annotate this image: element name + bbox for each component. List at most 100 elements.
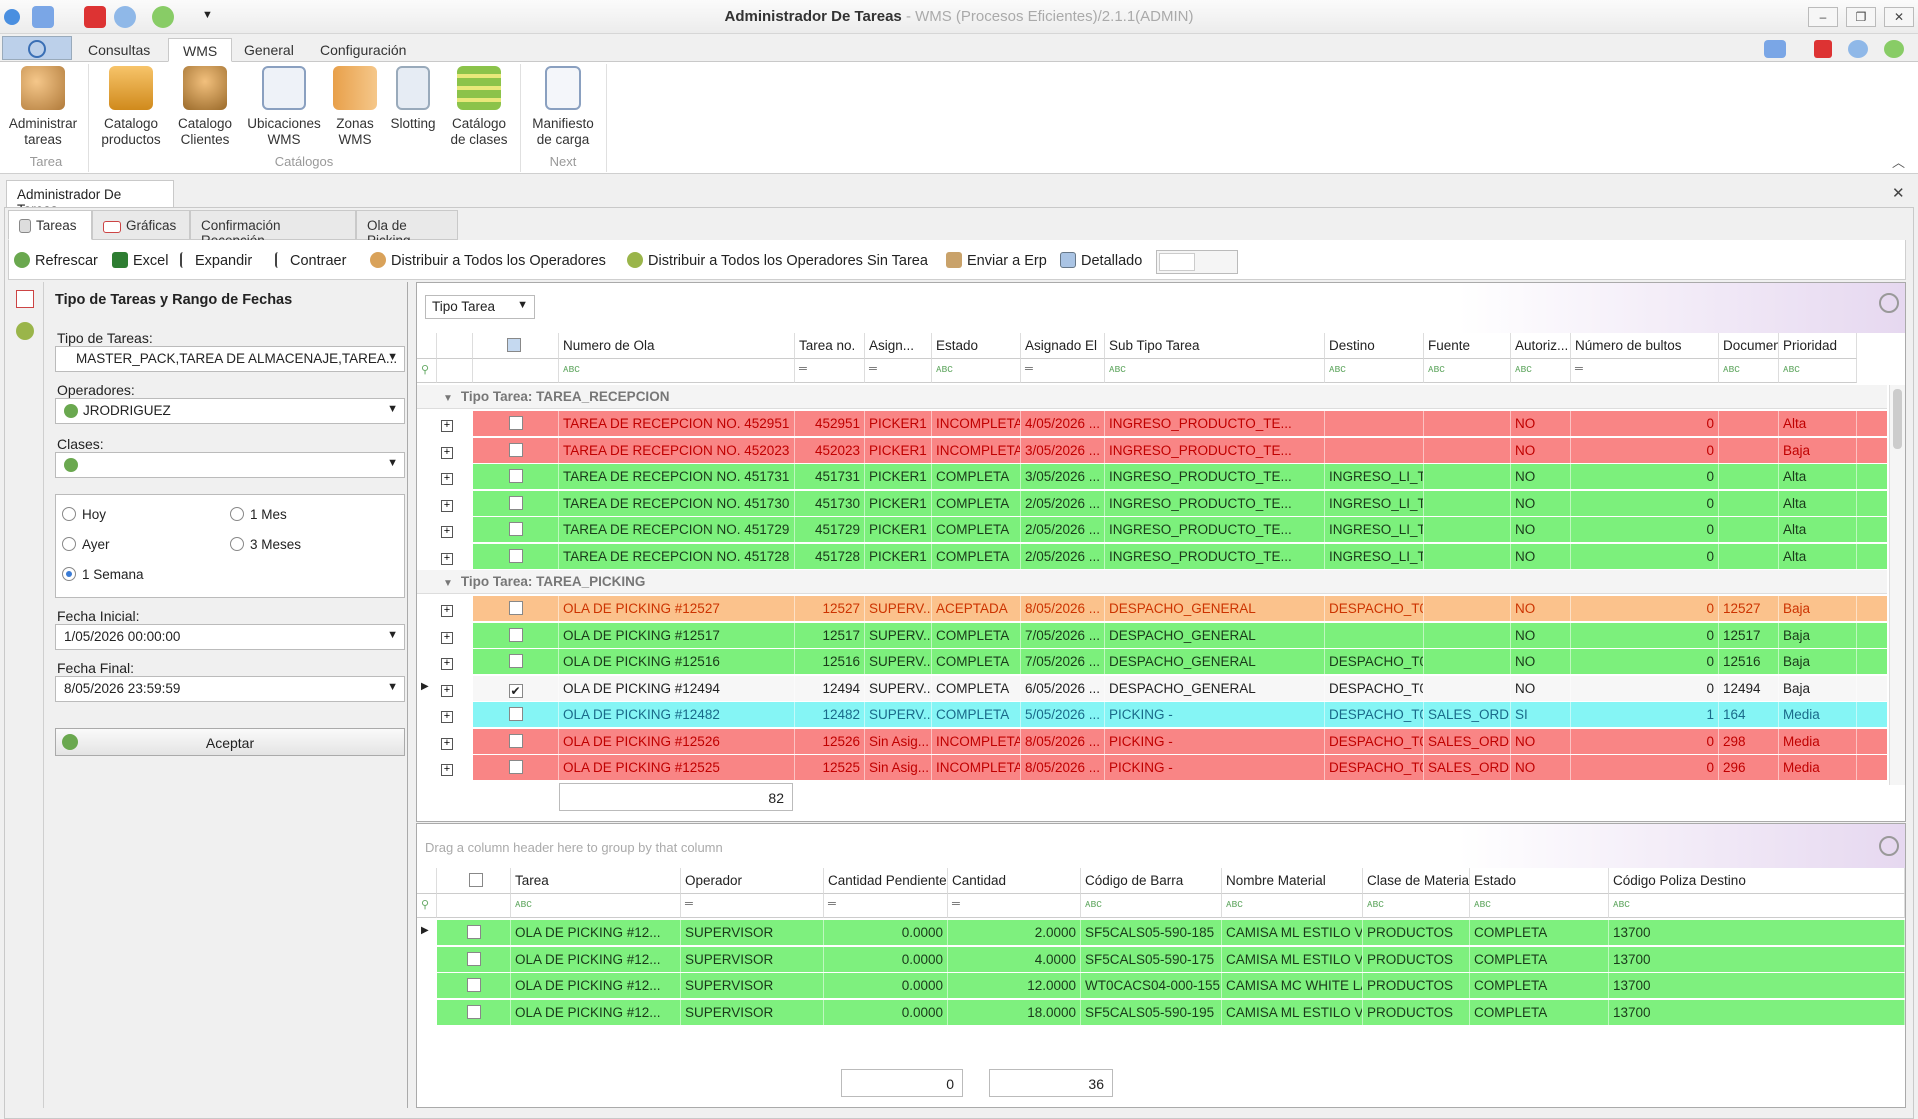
scroll-thumb[interactable] (1893, 389, 1902, 449)
column-filter[interactable]: ═ (1021, 359, 1105, 383)
tab-configuracion[interactable]: Configuración (306, 38, 420, 62)
column-header[interactable]: Tarea no. (795, 333, 865, 359)
filter-icon[interactable]: ⚲ (417, 894, 437, 918)
tab-consultas[interactable]: Consultas (74, 38, 164, 62)
select-cell[interactable] (473, 728, 559, 755)
expand-cell[interactable]: + (437, 543, 473, 570)
administrar-tareas-button[interactable]: Administrar tareas (4, 66, 82, 148)
table-row[interactable]: + OLA DE PICKING #12517 12517 SUPERV... COMP… (417, 622, 1887, 649)
tab-wms[interactable]: WMS (168, 38, 233, 62)
tab-ola-picking[interactable]: Ola de Picking (356, 210, 458, 248)
expand-cell[interactable]: + (437, 517, 473, 543)
tab-tareas[interactable]: Tareas (8, 210, 92, 240)
search-icon[interactable] (1879, 293, 1899, 313)
collapse-ribbon-icon[interactable]: ︿ (1892, 152, 1905, 171)
column-header[interactable]: Número de bultos (1571, 333, 1719, 359)
column-filter[interactable]: ᴀʙc (1511, 359, 1571, 383)
table-row[interactable]: + TAREA DE RECEPCION NO. 451730 451730 PICK… (417, 490, 1887, 517)
close-button[interactable]: ✕ (1884, 7, 1914, 27)
row-checkbox[interactable] (508, 495, 523, 510)
column-header[interactable]: Estado (932, 333, 1021, 359)
table-row[interactable]: + OLA DE PICKING #12516 12516 SUPERV... COMP… (417, 649, 1887, 675)
row-checkbox[interactable] (508, 707, 523, 721)
detail-row[interactable]: OLA DE PICKING #12... SUPERVISOR 0.0000 4.0… (417, 946, 1905, 973)
row-checkbox[interactable] (466, 978, 481, 992)
document-tab[interactable]: Administrador De Tareas (6, 180, 174, 217)
column-filter[interactable]: ᴀʙc (1424, 359, 1511, 383)
column-filter[interactable]: ᴀʙc (1325, 359, 1424, 383)
detallado-toggle[interactable] (1156, 250, 1238, 274)
select-cell[interactable] (473, 543, 559, 570)
help-icon[interactable] (1764, 40, 1786, 58)
expand-cell[interactable]: + (437, 490, 473, 517)
column-header[interactable]: Estado (1470, 868, 1609, 894)
expand-plus-icon[interactable]: + (441, 526, 453, 538)
select-cell[interactable] (437, 999, 511, 1026)
column-header[interactable]: Fuente (1424, 333, 1511, 359)
row-checkbox[interactable] (508, 733, 523, 748)
radio-hoy[interactable]: Hoy (62, 507, 106, 522)
select-all-checkbox[interactable] (469, 873, 483, 887)
column-header[interactable]: Sub Tipo Tarea (1105, 333, 1325, 359)
row-checkbox[interactable] (508, 654, 523, 668)
column-filter[interactable]: ᴀʙc (1081, 894, 1222, 918)
column-filter[interactable]: ═ (795, 359, 865, 383)
expand-plus-icon[interactable]: + (441, 684, 453, 697)
distribuir-todos-button[interactable]: Distribuir a Todos los Operadores (370, 252, 606, 269)
column-header[interactable]: Autoriz... (1511, 333, 1571, 359)
expand-cell[interactable]: + (437, 622, 473, 649)
row-checkbox[interactable] (508, 760, 523, 774)
radio-1-mes[interactable]: 1 Mes (230, 507, 287, 522)
table-row[interactable]: + TAREA DE RECEPCION NO. 452951 452951 PICK… (417, 411, 1887, 437)
expand-cell[interactable]: + (437, 702, 473, 728)
catalogo-clases-button[interactable]: Catálogo de clases (444, 66, 514, 148)
select-cell[interactable] (473, 517, 559, 543)
network-icon[interactable] (1848, 40, 1868, 58)
ubicaciones-wms-button[interactable]: Ubicaciones WMS (244, 66, 324, 148)
tab-general[interactable]: General (230, 38, 308, 62)
detail-row[interactable]: OLA DE PICKING #12... SUPERVISOR 0.0000 18.… (417, 999, 1905, 1026)
column-header[interactable]: Cantidad (948, 868, 1081, 894)
detail-row[interactable]: OLA DE PICKING #12... SUPERVISOR 0.0000 12.… (417, 973, 1905, 999)
table-row[interactable]: + OLA DE PICKING #12482 12482 SUPERV... COMP… (417, 702, 1887, 728)
pdf-icon[interactable] (1814, 40, 1832, 58)
enviar-erp-button[interactable]: Enviar a Erp (946, 252, 1047, 269)
column-header[interactable]: Numero de Ola (559, 333, 795, 359)
expand-plus-icon[interactable]: + (441, 605, 453, 617)
column-header[interactable]: Operador (681, 868, 824, 894)
group-by-combo[interactable]: Tipo Tarea ▼ (425, 295, 535, 319)
column-filter[interactable]: ᴀʙc (1105, 359, 1325, 383)
row-checkbox[interactable] (508, 416, 523, 430)
column-header[interactable]: Código de Barra (1081, 868, 1222, 894)
clases-combo[interactable]: ▼ (55, 452, 405, 478)
fecha-final-input[interactable]: 8/05/2026 23:59:59 ▼ (55, 676, 405, 702)
expand-plus-icon[interactable]: + (441, 711, 453, 723)
column-header[interactable]: Cantidad Pendiente (824, 868, 948, 894)
radio-ayer[interactable]: Ayer (62, 537, 110, 552)
row-checkbox[interactable] (466, 1004, 481, 1019)
table-row[interactable]: + TAREA DE RECEPCION NO. 451728 451728 PICK… (417, 543, 1887, 570)
select-cell[interactable] (473, 596, 559, 622)
row-checkbox[interactable] (508, 469, 523, 483)
column-filter[interactable]: ᴀʙc (932, 359, 1021, 383)
row-checkbox[interactable]: ✔ (508, 683, 523, 698)
expand-cell[interactable]: + (437, 649, 473, 675)
row-checkbox[interactable] (508, 601, 523, 615)
table-row[interactable]: + TAREA DE RECEPCION NO. 452023 452023 PICK… (417, 437, 1887, 464)
catalogo-productos-button[interactable]: Catalogo productos (94, 66, 168, 148)
radio-1-semana[interactable]: 1 Semana (62, 567, 144, 582)
select-cell[interactable] (473, 411, 559, 437)
expand-cell[interactable]: + (437, 728, 473, 755)
expand-plus-icon[interactable]: + (441, 737, 453, 750)
close-document-icon[interactable]: ✕ (1892, 184, 1905, 202)
app-menu-button[interactable] (2, 36, 72, 60)
column-header[interactable]: Destino (1325, 333, 1424, 359)
operadores-combo[interactable]: JRODRIGUEZ ▼ (55, 398, 405, 424)
select-all-checkbox[interactable] (507, 338, 521, 352)
column-filter[interactable]: ═ (865, 359, 932, 383)
column-filter[interactable]: ═ (824, 894, 948, 918)
tab-confirmacion-recepcion[interactable]: Confirmación Recepción (190, 210, 356, 248)
table-row[interactable]: + OLA DE PICKING #12526 12526 Sin Asig... IN… (417, 728, 1887, 755)
expand-plus-icon[interactable]: + (441, 631, 453, 644)
select-cell[interactable] (473, 622, 559, 649)
